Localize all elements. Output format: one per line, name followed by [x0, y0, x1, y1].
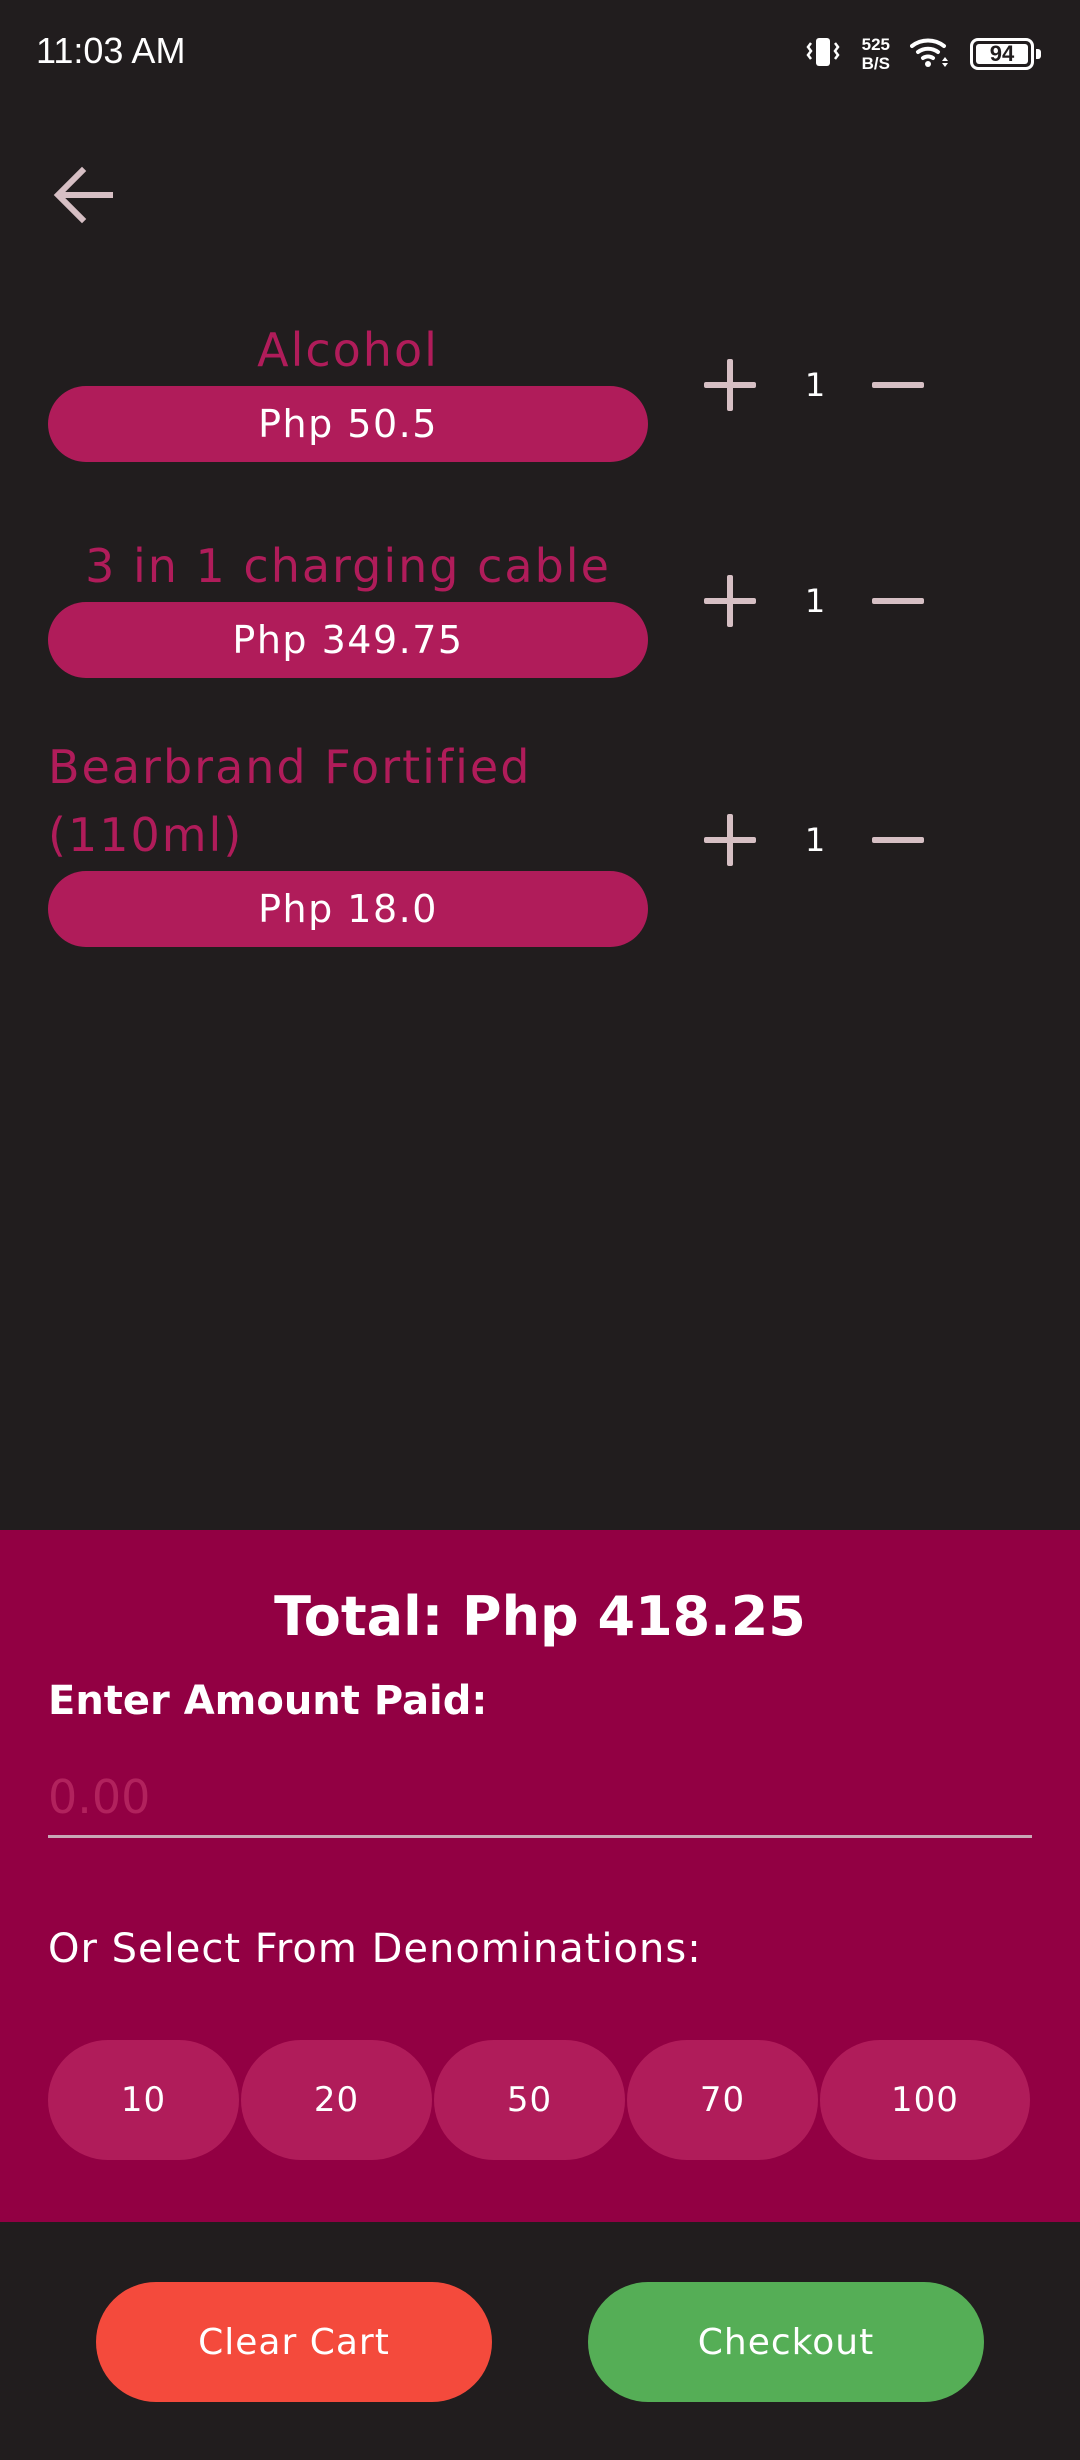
- amount-paid-input[interactable]: [48, 1758, 1032, 1838]
- item-price: Php 349.75: [48, 602, 648, 678]
- decrease-quantity-button[interactable]: [858, 345, 938, 425]
- item-price: Php 50.5: [48, 386, 648, 462]
- quantity-stepper: 1: [690, 561, 980, 641]
- net-speed-value: 525: [861, 35, 890, 54]
- denominations-row: 10 20 50 70 100: [48, 2040, 1032, 2160]
- status-time: 11:03 AM: [36, 30, 186, 71]
- increase-quantity-button[interactable]: [690, 345, 770, 425]
- denomination-button[interactable]: 70: [627, 2040, 818, 2160]
- quantity-value: 1: [804, 582, 826, 620]
- arrow-left-icon: [53, 166, 113, 224]
- denomination-button[interactable]: 20: [241, 2040, 432, 2160]
- denomination-button[interactable]: 50: [434, 2040, 625, 2160]
- denomination-button[interactable]: 100: [820, 2040, 1030, 2160]
- wifi-icon: [910, 35, 950, 73]
- battery-icon: 94: [970, 38, 1041, 70]
- status-icons: 525 B/S 94: [804, 30, 1041, 78]
- amount-paid-label: Enter Amount Paid:: [48, 1678, 488, 1724]
- decrease-quantity-button[interactable]: [858, 800, 938, 880]
- quantity-stepper: 1: [690, 800, 980, 880]
- decrease-quantity-button[interactable]: [858, 561, 938, 641]
- quantity-value: 1: [804, 821, 826, 859]
- quantity-value: 1: [804, 366, 826, 404]
- back-button[interactable]: [44, 155, 124, 235]
- battery-tip: [1036, 49, 1041, 59]
- net-speed-unit: B/S: [861, 54, 890, 73]
- payment-panel: Total: Php 418.25 Enter Amount Paid: Or …: [0, 1530, 1080, 2222]
- denomination-button[interactable]: 10: [48, 2040, 239, 2160]
- net-speed: 525 B/S: [862, 35, 890, 73]
- item-name: 3 in 1 charging cable: [85, 539, 611, 593]
- total-amount: Total: Php 418.25: [274, 1585, 806, 1648]
- checkout-button[interactable]: Checkout: [588, 2282, 984, 2402]
- item-price: Php 18.0: [48, 871, 648, 947]
- item-name: Bearbrand Fortified (110ml): [48, 740, 532, 862]
- clear-cart-button[interactable]: Clear Cart: [96, 2282, 492, 2402]
- vibrate-icon: [804, 35, 842, 73]
- increase-quantity-button[interactable]: [690, 561, 770, 641]
- denominations-label: Or Select From Denominations:: [48, 1926, 702, 1972]
- status-bar: 11:03 AM 525 B/S 94: [0, 0, 1080, 110]
- increase-quantity-button[interactable]: [690, 800, 770, 880]
- item-name: Alcohol: [257, 323, 439, 377]
- quantity-stepper: 1: [690, 345, 980, 425]
- battery-level: 94: [989, 41, 1015, 66]
